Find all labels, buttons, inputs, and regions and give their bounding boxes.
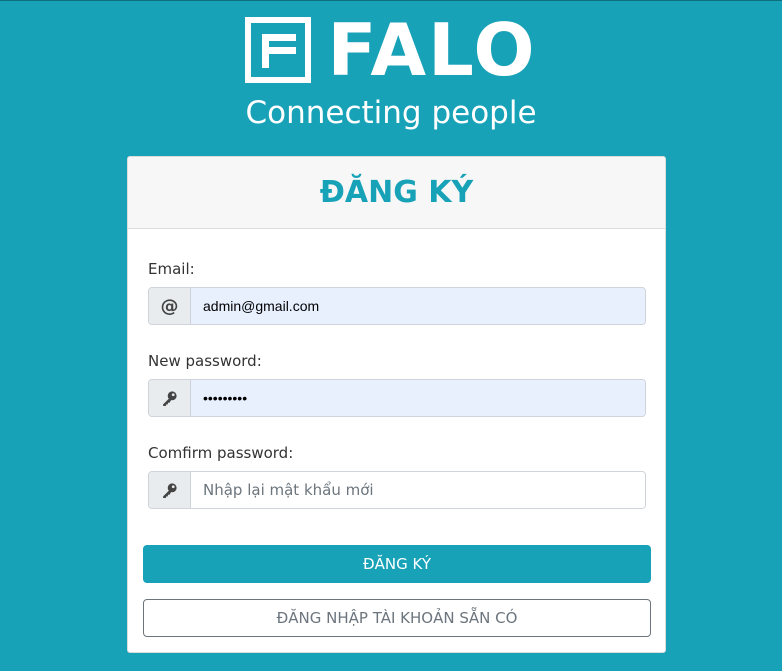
form-title: ĐĂNG KÝ xyxy=(319,175,474,210)
brand-tagline: Connecting people xyxy=(245,95,537,131)
logo: FALO xyxy=(0,8,782,92)
new-password-input-group xyxy=(148,379,646,417)
key-icon xyxy=(149,380,191,416)
new-password-label: New password: xyxy=(148,352,262,370)
brand-name: FALO xyxy=(327,8,537,92)
login-existing-account-button[interactable]: ĐĂNG NHẬP TÀI KHOẢN SẴN CÓ xyxy=(143,599,651,637)
register-button[interactable]: ĐĂNG KÝ xyxy=(143,545,651,583)
new-password-input[interactable] xyxy=(191,380,645,416)
confirm-password-input-group xyxy=(148,471,646,509)
email-label: Email: xyxy=(148,260,195,278)
brand-header: FALO Connecting people xyxy=(0,8,782,131)
email-input[interactable] xyxy=(191,288,645,324)
register-card: ĐĂNG KÝ Email: @ New password: Comfirm p… xyxy=(127,156,666,653)
at-icon: @ xyxy=(149,288,191,324)
falo-logo-icon xyxy=(245,17,312,83)
email-input-group: @ xyxy=(148,287,646,325)
key-icon xyxy=(149,472,191,508)
card-header: ĐĂNG KÝ xyxy=(128,157,665,229)
confirm-password-label: Comfirm password: xyxy=(148,444,294,462)
confirm-password-input[interactable] xyxy=(191,472,645,508)
